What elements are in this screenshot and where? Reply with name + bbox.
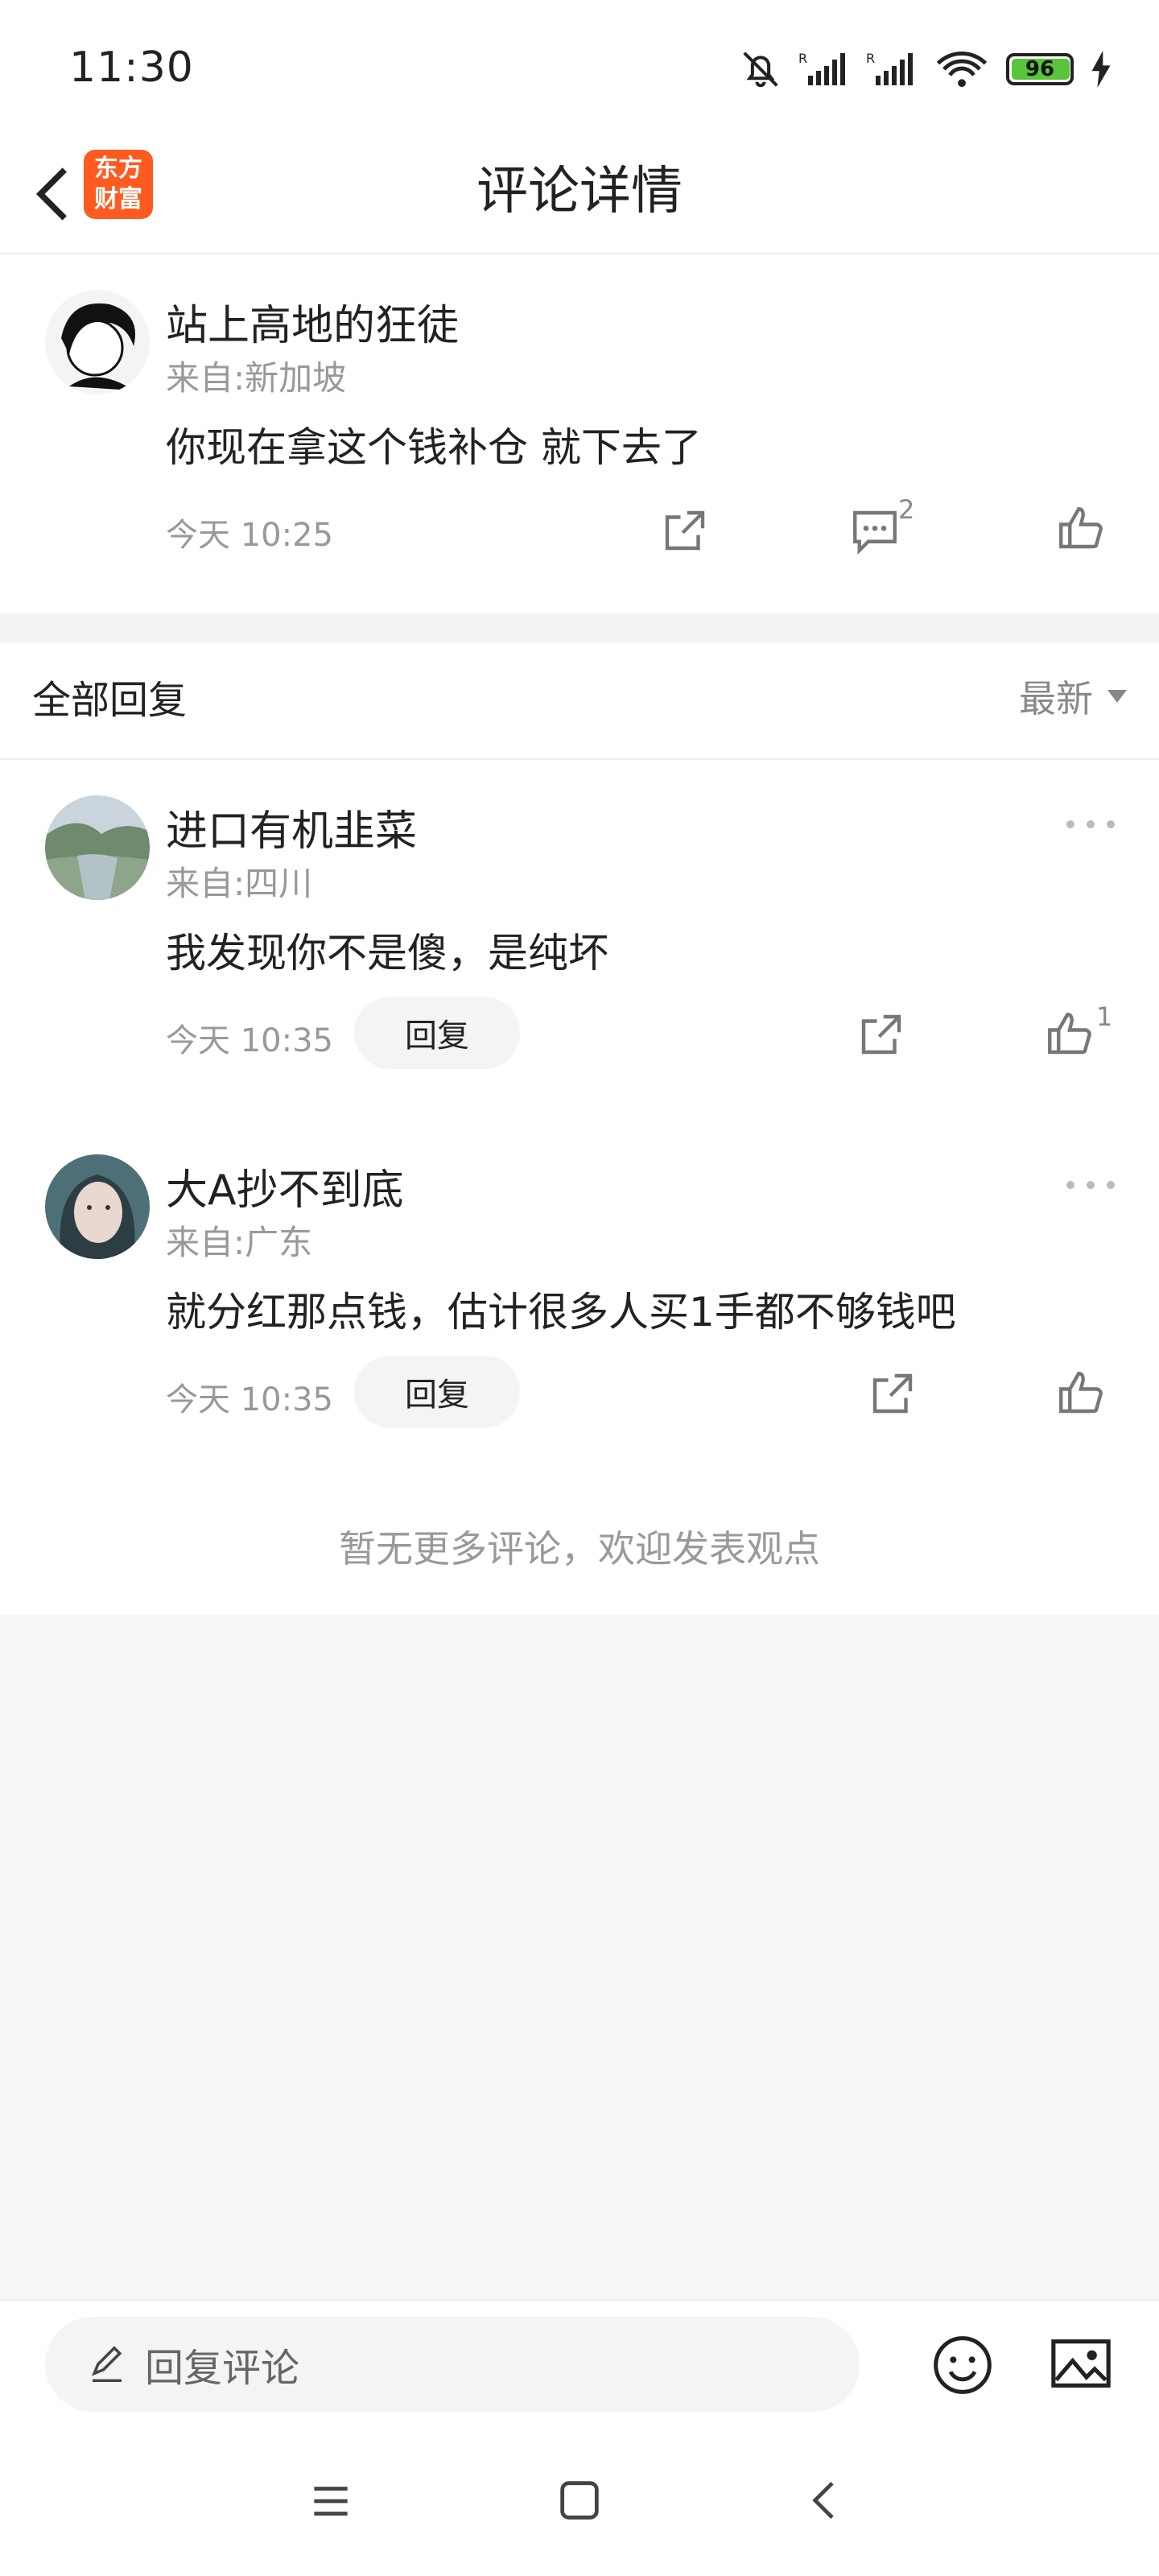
more-icon[interactable] bbox=[1062, 1175, 1119, 1195]
edit-icon bbox=[92, 2346, 122, 2383]
reply-button[interactable]: 回复 bbox=[354, 1356, 520, 1428]
status-icons: R R 96 bbox=[739, 45, 1112, 93]
like-icon[interactable] bbox=[1043, 1008, 1096, 1061]
commenter-location: 来自:四川 bbox=[166, 864, 313, 903]
home-icon[interactable] bbox=[554, 2475, 605, 2526]
page-title: 评论详情 bbox=[476, 162, 683, 221]
sort-dropdown[interactable]: 最新 bbox=[1019, 670, 1128, 723]
reply-input-placeholder: 回复评论 bbox=[145, 2346, 300, 2391]
reply-input[interactable]: 回复评论 bbox=[45, 2317, 860, 2412]
avatar[interactable] bbox=[45, 795, 150, 900]
reply-button[interactable]: 回复 bbox=[354, 997, 520, 1069]
commenter-name[interactable]: 进口有机韭菜 bbox=[166, 797, 417, 857]
like-icon[interactable] bbox=[1054, 1367, 1107, 1420]
charging-icon bbox=[1091, 51, 1111, 88]
wifi-icon bbox=[936, 52, 988, 88]
comment-time: 今天 10:25 bbox=[166, 517, 333, 554]
signal-icon: R bbox=[866, 51, 913, 85]
replies-section bbox=[0, 642, 1159, 1615]
reply-content: 我发现你不是傻，是纯坏 bbox=[166, 930, 608, 976]
image-icon[interactable] bbox=[1048, 2333, 1114, 2394]
commenter-location: 来自:新加坡 bbox=[166, 358, 347, 398]
share-icon[interactable] bbox=[658, 504, 711, 557]
commenter-name[interactable]: 大A抄不到底 bbox=[166, 1156, 404, 1216]
comment-content: 你现在拿这个钱补仓 就下去了 bbox=[166, 424, 702, 471]
section-divider bbox=[0, 613, 1159, 642]
reply-content: 就分红那点钱，估计很多人买1手都不够钱吧 bbox=[166, 1289, 956, 1335]
commenter-location: 来自:广东 bbox=[166, 1223, 313, 1262]
comment-icon[interactable] bbox=[848, 504, 901, 557]
dropdown-icon bbox=[1107, 690, 1127, 703]
no-more-comments: 暂无更多评论，欢迎发表观点 bbox=[339, 1527, 820, 1571]
comment-count: 2 bbox=[898, 494, 915, 525]
sort-label: 最新 bbox=[1019, 677, 1093, 720]
svg-text:R: R bbox=[798, 51, 807, 66]
like-icon[interactable] bbox=[1054, 502, 1107, 555]
signal-icon: R bbox=[798, 51, 845, 85]
bell-off-icon bbox=[743, 52, 778, 88]
menu-icon[interactable] bbox=[306, 2476, 356, 2526]
share-icon[interactable] bbox=[866, 1367, 919, 1420]
commenter-name[interactable]: 站上高地的狂徒 bbox=[166, 291, 459, 352]
battery-icon: 96 bbox=[1006, 53, 1074, 85]
more-icon[interactable] bbox=[1062, 815, 1119, 834]
reply-time: 今天 10:35 bbox=[166, 1381, 333, 1418]
replies-title: 全部回复 bbox=[32, 678, 188, 723]
battery-level: 96 bbox=[1025, 57, 1055, 81]
nav-back-icon[interactable] bbox=[800, 2475, 852, 2526]
reply-time: 今天 10:35 bbox=[166, 1022, 333, 1059]
share-icon[interactable] bbox=[855, 1008, 908, 1061]
svg-text:R: R bbox=[866, 51, 875, 66]
emoji-icon[interactable] bbox=[930, 2333, 995, 2397]
like-count: 1 bbox=[1096, 1001, 1113, 1032]
avatar[interactable] bbox=[45, 1154, 150, 1259]
avatar[interactable] bbox=[45, 290, 150, 394]
status-time: 11:30 bbox=[69, 43, 194, 92]
